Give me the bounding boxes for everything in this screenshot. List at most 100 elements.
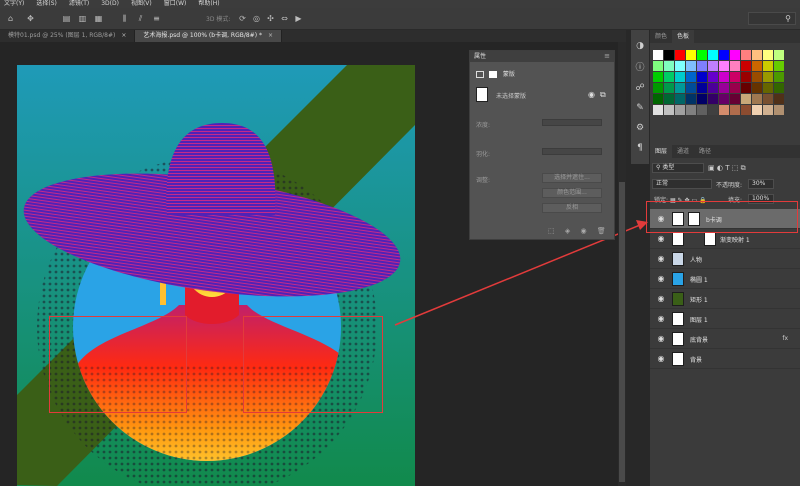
brush-settings-icon[interactable]: ✎ — [634, 102, 646, 114]
tab-channels[interactable]: 通道 — [672, 145, 694, 158]
filter-pixel-icon[interactable]: ▣ — [708, 164, 715, 172]
layer-row[interactable]: ◉ 背景 — [650, 349, 800, 369]
pixel-mask-icon[interactable] — [476, 71, 484, 78]
invert-button[interactable]: 反相 — [542, 203, 602, 213]
color-swatch[interactable] — [653, 105, 663, 115]
color-swatch[interactable] — [730, 72, 740, 82]
color-swatch[interactable] — [708, 72, 718, 82]
tab-layers[interactable]: 图层 — [650, 145, 673, 158]
color-swatch[interactable] — [741, 83, 751, 93]
select-and-mask-button[interactable]: 选择并遮住... — [542, 173, 602, 183]
color-swatch[interactable] — [686, 94, 696, 104]
color-swatch[interactable] — [730, 61, 740, 71]
scrollbar-thumb[interactable] — [619, 182, 625, 482]
color-swatch[interactable] — [752, 50, 762, 60]
color-swatch[interactable] — [686, 50, 696, 60]
color-swatch[interactable] — [752, 105, 762, 115]
opacity-field[interactable]: 30% — [748, 179, 774, 189]
feather-slider[interactable] — [542, 148, 602, 155]
visibility-eye-icon[interactable]: ◉ — [656, 274, 666, 284]
layer-row[interactable]: ◉ 底背景 fx — [650, 329, 800, 349]
color-swatch[interactable] — [697, 50, 707, 60]
filter-adjust-icon[interactable]: ◐ — [717, 164, 723, 172]
color-swatch[interactable] — [763, 72, 773, 82]
color-swatch[interactable] — [708, 94, 718, 104]
color-swatch[interactable] — [730, 105, 740, 115]
trash-icon[interactable]: 🗑 — [597, 227, 606, 235]
color-swatch[interactable] — [763, 105, 773, 115]
tab-swatches[interactable]: 色板 — [672, 30, 695, 43]
color-swatch[interactable] — [664, 72, 674, 82]
color-swatch[interactable] — [719, 83, 729, 93]
color-swatch[interactable] — [686, 83, 696, 93]
density-slider[interactable] — [542, 119, 602, 126]
color-swatch[interactable] — [741, 105, 751, 115]
color-swatch[interactable] — [719, 94, 729, 104]
blend-mode-dropdown[interactable]: 正常 — [652, 179, 712, 189]
visibility-eye-icon[interactable]: ◉ — [656, 334, 666, 344]
color-swatch[interactable] — [686, 105, 696, 115]
color-swatch[interactable] — [730, 83, 740, 93]
color-swatch[interactable] — [653, 50, 663, 60]
color-swatch[interactable] — [719, 50, 729, 60]
color-swatch[interactable] — [653, 72, 663, 82]
color-swatch[interactable] — [708, 83, 718, 93]
color-swatch[interactable] — [675, 94, 685, 104]
color-swatch[interactable] — [763, 50, 773, 60]
color-swatch[interactable] — [708, 50, 718, 60]
color-swatch[interactable] — [675, 72, 685, 82]
color-swatch[interactable] — [653, 94, 663, 104]
visibility-icon[interactable]: ◉ — [580, 227, 586, 235]
color-swatch[interactable] — [741, 72, 751, 82]
tab-color[interactable]: 颜色 — [650, 30, 672, 43]
color-swatch[interactable] — [697, 83, 707, 93]
paragraph-icon[interactable]: ¶ — [634, 142, 646, 154]
visibility-eye-icon[interactable]: ◉ — [656, 254, 666, 264]
visibility-eye-icon[interactable]: ◉ — [656, 354, 666, 364]
filter-type-icon[interactable]: T — [725, 164, 729, 172]
color-swatch[interactable] — [653, 83, 663, 93]
canvas-scrollbar[interactable] — [618, 42, 626, 486]
color-swatch[interactable] — [752, 72, 762, 82]
color-swatch[interactable] — [697, 72, 707, 82]
color-swatch[interactable] — [774, 105, 784, 115]
color-swatch[interactable] — [708, 105, 718, 115]
filter-smart-icon[interactable]: ⧉ — [741, 164, 746, 172]
color-swatch[interactable] — [719, 61, 729, 71]
layer-row[interactable]: ◉ 人物 — [650, 249, 800, 269]
color-swatch[interactable] — [774, 94, 784, 104]
history-icon[interactable]: ◑ — [634, 40, 646, 52]
layer-mask-thumbnail[interactable] — [704, 232, 716, 246]
vector-mask-icon[interactable] — [488, 71, 497, 78]
layer-row[interactable]: ◉ 图层 1 — [650, 309, 800, 329]
color-swatch[interactable] — [719, 105, 729, 115]
color-swatch[interactable] — [664, 105, 674, 115]
color-swatch[interactable] — [686, 72, 696, 82]
color-swatch[interactable] — [741, 61, 751, 71]
color-swatch[interactable] — [653, 61, 663, 71]
color-swatch[interactable] — [664, 50, 674, 60]
visibility-eye-icon[interactable]: ◉ — [656, 314, 666, 324]
color-swatch[interactable] — [675, 61, 685, 71]
color-swatch[interactable] — [763, 61, 773, 71]
color-swatch[interactable] — [741, 94, 751, 104]
color-swatch[interactable] — [774, 83, 784, 93]
color-swatch[interactable] — [752, 94, 762, 104]
color-swatch[interactable] — [708, 61, 718, 71]
color-swatch[interactable] — [675, 83, 685, 93]
color-swatch[interactable] — [774, 50, 784, 60]
color-swatch[interactable] — [774, 72, 784, 82]
load-selection-icon[interactable]: ⬚ — [548, 227, 555, 235]
layer-filter-dropdown[interactable]: ⚲ 类型 — [652, 163, 704, 173]
tab-paths[interactable]: 路径 — [694, 145, 716, 158]
color-swatch[interactable] — [763, 83, 773, 93]
color-range-button[interactable]: 颜色范围... — [542, 188, 602, 198]
color-swatch[interactable] — [675, 105, 685, 115]
color-swatch[interactable] — [730, 50, 740, 60]
color-swatch[interactable] — [752, 61, 762, 71]
color-swatch[interactable] — [664, 83, 674, 93]
color-swatch[interactable] — [719, 72, 729, 82]
color-swatch[interactable] — [697, 61, 707, 71]
layer-row[interactable]: ◉ 矩形 1 — [650, 289, 800, 309]
mask-select-icon[interactable]: ◉ — [588, 90, 595, 99]
